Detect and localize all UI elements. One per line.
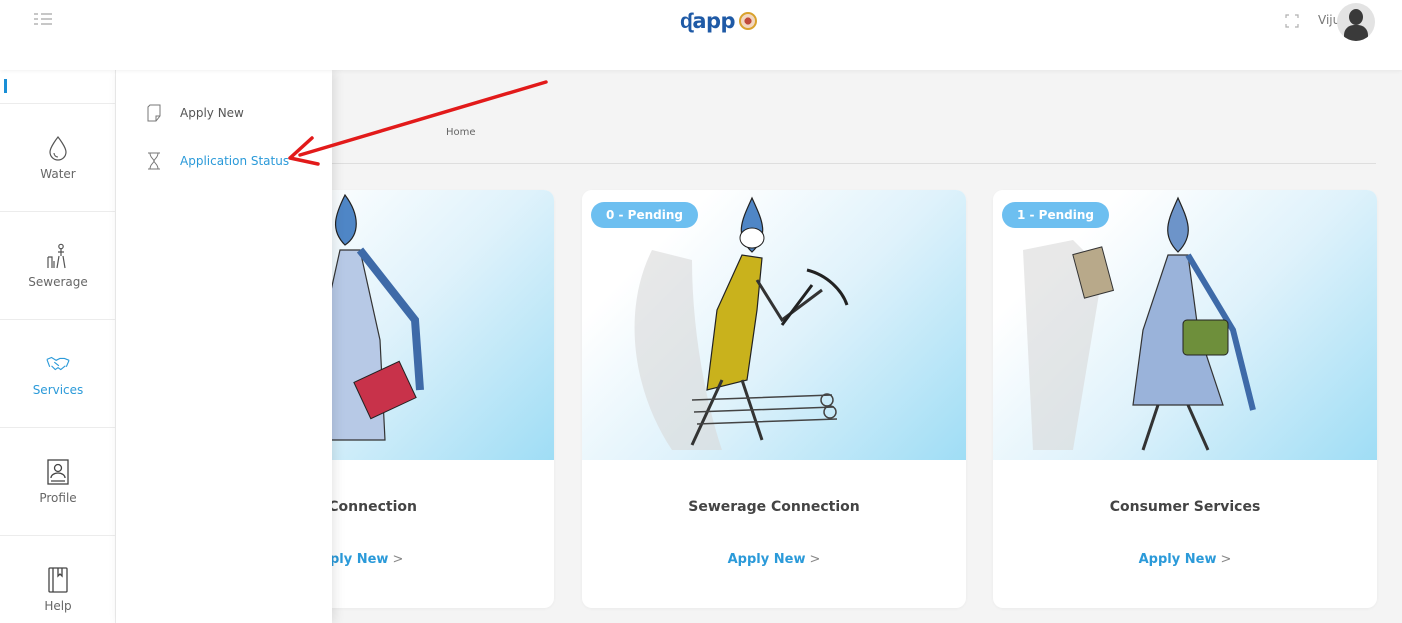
annotation-arrow-icon <box>288 80 548 166</box>
